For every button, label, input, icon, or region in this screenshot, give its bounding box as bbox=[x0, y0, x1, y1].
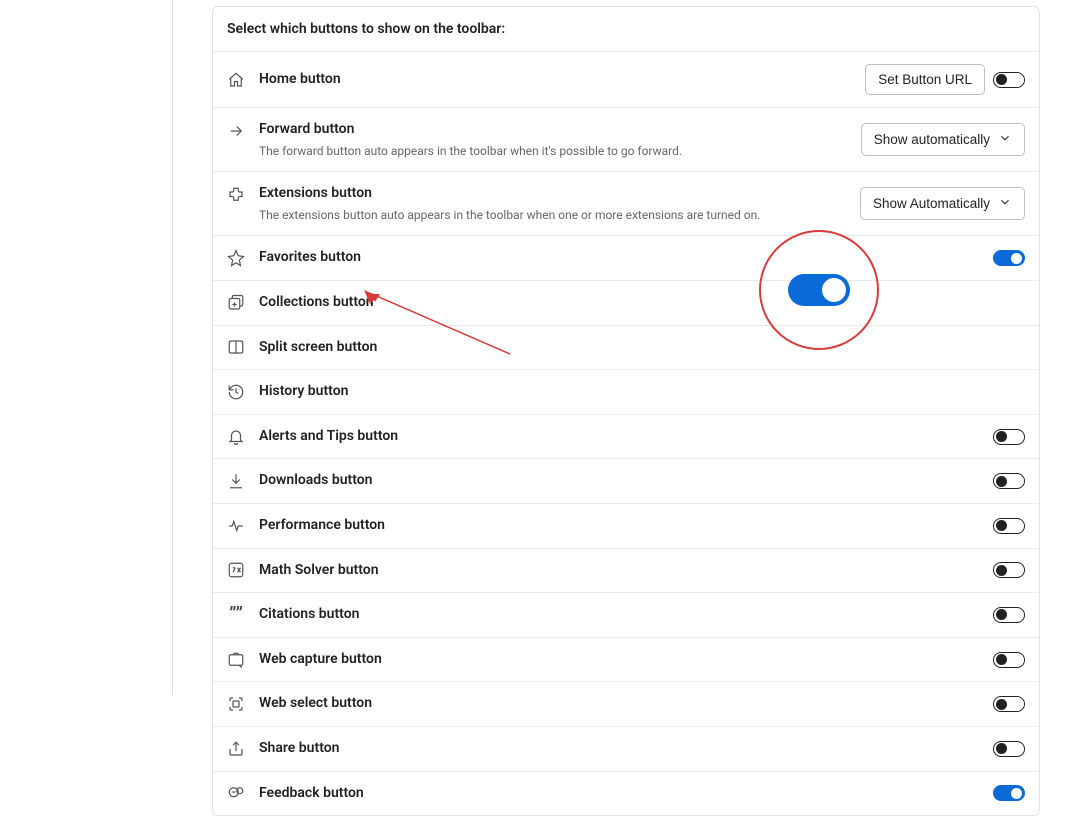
section-title: Select which buttons to show on the tool… bbox=[213, 7, 1039, 51]
toggle-math[interactable] bbox=[993, 562, 1025, 578]
set-button-url-button[interactable]: Set Button URL bbox=[865, 64, 985, 95]
row-math-label: Math Solver button bbox=[259, 561, 993, 581]
row-history: History button bbox=[213, 369, 1039, 414]
row-home: Home button Set Button URL bbox=[213, 51, 1039, 107]
row-split-label: Split screen button bbox=[259, 338, 993, 358]
share-icon bbox=[227, 740, 245, 758]
history-icon bbox=[227, 383, 245, 401]
quote-icon: ”” bbox=[227, 606, 245, 624]
row-share: Share button bbox=[213, 726, 1039, 771]
chevron-down-icon bbox=[998, 195, 1012, 212]
extensions-dropdown[interactable]: Show Automatically bbox=[860, 187, 1025, 220]
row-math: Math Solver button bbox=[213, 548, 1039, 593]
forward-arrow-icon bbox=[227, 122, 245, 140]
row-citations: ”” Citations button bbox=[213, 592, 1039, 637]
row-forward: Forward button The forward button auto a… bbox=[213, 107, 1039, 171]
feedback-icon bbox=[227, 784, 245, 802]
toggle-citations[interactable] bbox=[993, 607, 1025, 623]
bell-icon bbox=[227, 428, 245, 446]
row-downloads-label: Downloads button bbox=[259, 471, 993, 491]
toggle-share[interactable] bbox=[993, 741, 1025, 757]
row-history-label: History button bbox=[259, 382, 993, 402]
row-extensions-label: Extensions button bbox=[259, 184, 860, 204]
toggle-feedback[interactable] bbox=[993, 785, 1025, 801]
star-icon bbox=[227, 249, 245, 267]
row-citations-label: Citations button bbox=[259, 605, 993, 625]
row-alerts: Alerts and Tips button bbox=[213, 414, 1039, 459]
toggle-home[interactable] bbox=[993, 72, 1025, 88]
collections-icon bbox=[227, 294, 245, 312]
row-collections: Collections button bbox=[213, 280, 1039, 325]
web-select-icon bbox=[227, 695, 245, 713]
download-icon bbox=[227, 472, 245, 490]
row-webcapture-label: Web capture button bbox=[259, 650, 993, 670]
row-forward-label: Forward button bbox=[259, 120, 861, 140]
row-performance: Performance button bbox=[213, 503, 1039, 548]
heartbeat-icon bbox=[227, 517, 245, 535]
row-share-label: Share button bbox=[259, 739, 993, 759]
row-downloads: Downloads button bbox=[213, 458, 1039, 503]
row-webcapture: Web capture button bbox=[213, 637, 1039, 682]
extensions-icon bbox=[227, 186, 245, 204]
math-icon bbox=[227, 561, 245, 579]
web-capture-icon bbox=[227, 651, 245, 669]
row-collections-label: Collections button bbox=[259, 293, 993, 313]
row-feedback: Feedback button bbox=[213, 771, 1039, 816]
toggle-webselect[interactable] bbox=[993, 696, 1025, 712]
split-screen-icon bbox=[227, 338, 245, 356]
home-icon bbox=[227, 71, 245, 89]
row-webselect: Web select button bbox=[213, 681, 1039, 726]
toggle-webcapture[interactable] bbox=[993, 652, 1025, 668]
row-feedback-label: Feedback button bbox=[259, 784, 993, 804]
forward-dropdown[interactable]: Show automatically bbox=[861, 123, 1025, 156]
row-favorites-label: Favorites button bbox=[259, 248, 993, 268]
row-alerts-label: Alerts and Tips button bbox=[259, 427, 993, 447]
settings-toolbar-section: Select which buttons to show on the tool… bbox=[172, 0, 1080, 816]
toggle-performance[interactable] bbox=[993, 518, 1025, 534]
chevron-down-icon bbox=[998, 131, 1012, 148]
row-extensions-desc: The extensions button auto appears in th… bbox=[259, 208, 860, 224]
toggle-alerts[interactable] bbox=[993, 429, 1025, 445]
row-home-label: Home button bbox=[259, 70, 865, 90]
row-favorites: Favorites button bbox=[213, 235, 1039, 280]
row-forward-desc: The forward button auto appears in the t… bbox=[259, 144, 861, 160]
row-extensions: Extensions button The extensions button … bbox=[213, 171, 1039, 235]
toggle-favorites[interactable] bbox=[993, 250, 1025, 266]
row-performance-label: Performance button bbox=[259, 516, 993, 536]
toggle-downloads[interactable] bbox=[993, 473, 1025, 489]
row-split-screen: Split screen button bbox=[213, 325, 1039, 370]
row-webselect-label: Web select button bbox=[259, 694, 993, 714]
